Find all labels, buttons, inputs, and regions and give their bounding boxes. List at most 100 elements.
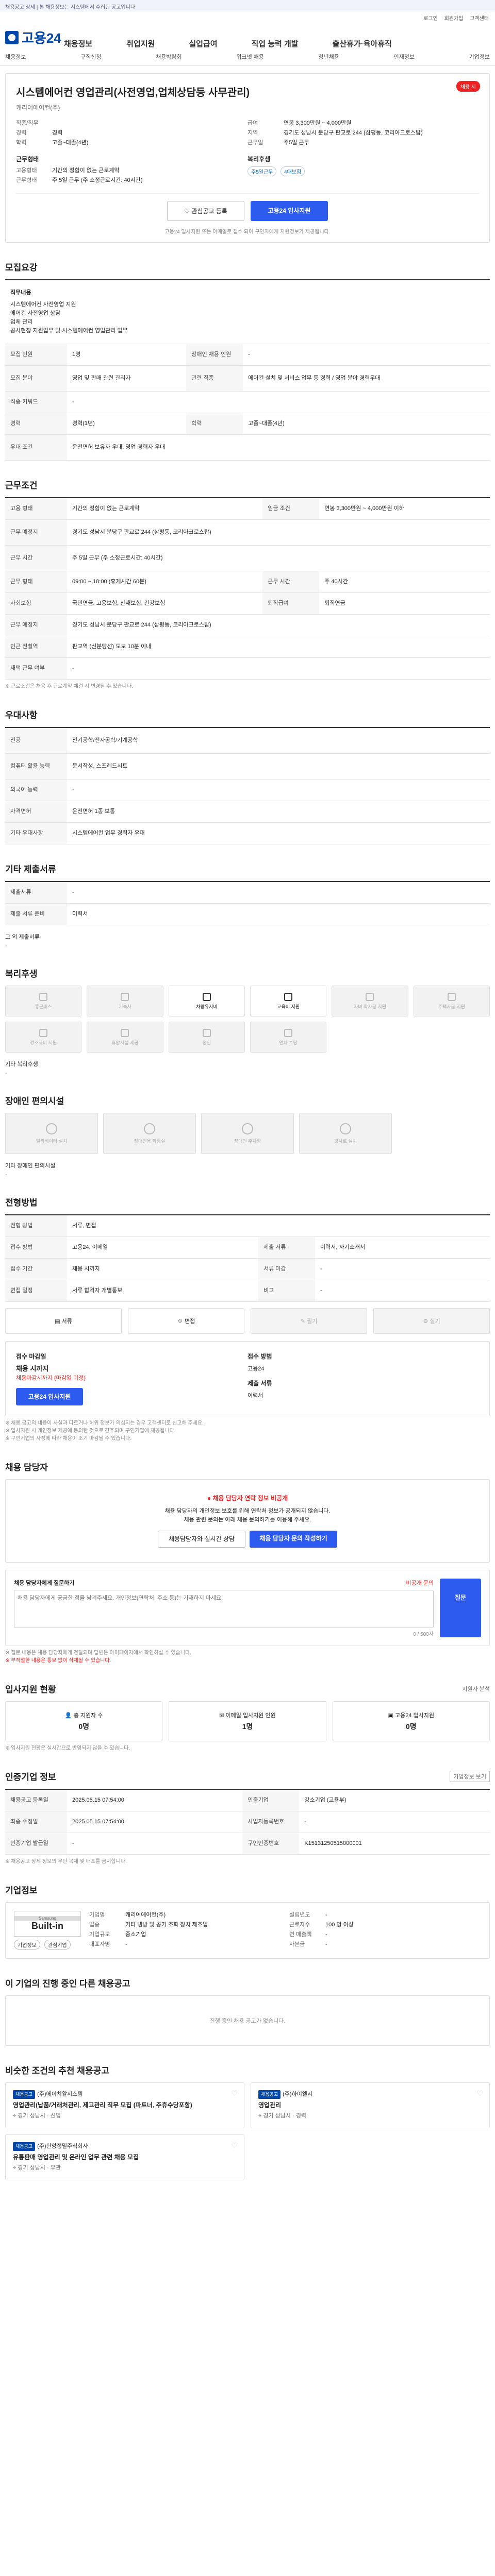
education-icon [284,992,293,1001]
stats-more-link[interactable]: 지원자 분석 [462,1685,490,1693]
heart-icon: ♡ [184,208,192,215]
question-submit-button[interactable]: 질문 [440,1579,481,1637]
selection-methods: ▤ 서류 ☺ 면접 ✎ 필기 ⚙ 실기 [5,1308,490,1334]
table-row: 고용 형태 기간의 정함이 없는 근로계약 임금 조건 연봉 3,300만원 ~ 4,… [5,498,490,520]
table-row: 근무 형태 09:00 ~ 18:00 (휴게시간 60분) 근무 시간 주 40시간 [5,571,490,593]
table-row: 경력 경력(1년) 학력 고졸~대졸(4년) [5,413,490,435]
other-documents: 그 외 제출서류 - [5,934,40,949]
apply-icon: ▣ [388,1713,395,1719]
welfare-chip: 4대보험 [280,166,305,176]
table-row: 근무 시간 주 5일 근무 (주 소정근로시간: 40시간) [5,545,490,571]
welfare-grid: 통근버스 기숙사 차량유지비 교육비 지원 자녀 학자금 지원 주택자금 지원 … [5,986,490,1053]
work-type-title: 근무형태 [16,156,39,163]
welfare-chips-block: 복리후생 주5일근무 4대보험 [248,155,479,176]
bus-icon [39,992,48,1001]
table-row: 인증기업 발급일 - 구인인증번호 K15131250515000001 [5,1833,490,1855]
disability-grid: 엘리베이터 설치 장애인용 화장실 장애인 주차장 경사로 설치 [5,1113,490,1154]
interest-button[interactable]: ♡ 관심공고 등록 [167,201,244,221]
table-row: 근무 예정지 경기도 성남시 분당구 판교로 244 (삼평동, 코리아크로스탑) [5,519,490,546]
login-link[interactable]: 로그인 [423,16,438,22]
company-name[interactable]: 캐리어에어컨(주) [6,103,489,112]
location-icon: ⌖ [13,2113,18,2119]
company-favorite-button[interactable]: 관심기업 [44,1940,71,1950]
sub-nav-item[interactable]: 채용정보 [5,53,26,61]
heart-icon[interactable]: ♡ [231,2141,238,2150]
question-input[interactable] [14,1590,434,1628]
section-title-info: 인증기업 정보 기업정보 보기 [5,1770,490,1783]
sub-nav-item[interactable]: 워크넷 채용 [236,53,264,61]
sub-nav: 채용정보 구직신청 채용박람회 워크넷 채용 청년채용 인재정보 기업정보 [0,53,495,61]
sub-nav-item[interactable]: 채용박람회 [156,53,182,61]
question-notes: ※ 질문 내용은 채용 담당자에게 전달되며 답변은 마이페이지에서 확인하실 … [5,1650,191,1664]
stats-row: 👤 총 지원자 수 0명 ✉ 이메일 입사지원 인원 1명 ▣ 고용24 입사지원 0… [5,1701,490,1741]
gnb-item-support[interactable]: 취업지원 [126,34,155,53]
heart-icon[interactable]: ♡ [231,2089,238,2098]
table-row: 우대 조건 운전면허 보유자 우대, 영업 경력자 우대 [5,434,490,461]
other-welfare: 기타 복리후생 - [5,1061,38,1076]
section-title-preference: 우대사항 [5,710,38,720]
table-row: 최종 수정일 2025.05.15 07:54:00 사업자등록번호 - [5,1811,490,1833]
selection-table: 전형 방법 서류, 면접 접수 방법 고용24, 이메일 제출 서류 이력서, 자기소개… [5,1214,490,1302]
sub-nav-item[interactable]: 청년채용 [318,53,339,61]
summary-row: 학력 고졸~대졸(4년) [16,140,89,146]
gnb-item-leave[interactable]: 출산휴가·육아휴직 [333,34,392,53]
write-inquiry-button[interactable]: 채용 담당자 문의 작성하기 [250,1531,337,1548]
heart-icon[interactable]: ♡ [476,2089,483,2098]
company-logo-area: Samsung Built-in 기업정보 관심기업 [14,1911,81,1950]
car-icon [202,992,211,1001]
customer-center-link[interactable]: 고객센터 [470,16,489,22]
sub-nav-item[interactable]: 기업정보 [469,53,489,61]
company-detail-button[interactable]: 기업정보 [14,1940,40,1950]
table-row: 컴퓨터 활용 능력 문서작성, 스프레드시트 [5,753,490,779]
welfare-item: 통근버스 [5,986,82,1016]
info-note: ※ 채용공고 상세 정보의 무단 복제 및 배포를 금지합니다. [5,1859,127,1865]
company-info-button[interactable]: 기업정보 보기 [450,1770,490,1782]
job-summary-card: 시스템에어컨 영업관리(사전영업,업체상담등 사무관리) 채용 시 캐리어에어컨… [5,73,490,243]
table-row: 직무내용 시스템에어컨 사전영업 지원 에어컨 사전영업 상담 업체 관리 공사… [5,280,490,344]
recommend-card[interactable]: ♡ 채용공고 (주)하이엘시 영업관리 ⌖ 경기 성남시 · 경력 [251,2082,490,2128]
gnb-item-benefit[interactable]: 실업급여 [189,34,217,53]
company-info-left: 기업명 캐리어에어컨(주) 업종 기타 냉방 및 공기 조화 장치 제조업 기업규모… [89,1911,281,1950]
join-link[interactable]: 회원가입 [444,16,464,22]
summary-row: 고용형태 기간의 정함이 없는 근로계약 [16,167,120,174]
table-row: 사회보험 국민연금, 고용보험, 산재보험, 건강보험 퇴직급여 퇴직연금 [5,592,490,615]
company-row: 기업규모 중소기업 [89,1931,146,1938]
practice-icon: ⚙ [423,1318,430,1325]
recommend-card[interactable]: ♡ 채용공고 (주)한양정밀주식회사 유통판매 영업관리 및 온라인 업무 관련 … [5,2134,244,2180]
section-title-other-jobs: 이 기업의 진행 중인 다른 채용공고 [5,1979,130,1989]
gift-icon [39,1028,48,1037]
company-row: 설립년도 - [289,1912,327,1918]
gnb-item-jobs[interactable]: 채용정보 [64,34,92,53]
contact-warning: ● 채용 담당자 연락 정보 비공개 [207,1495,288,1502]
summary-left: 직종/직무 경력 경력 학력 고졸~대졸(4년) 근무형태 고용형태 기간의 정함이 … [16,119,248,186]
table-row: 기타 우대사항 시스템에어컨 업무 경력자 우대 [5,822,490,844]
top-notice-bar: 채용공고 상세 | 본 채용정보는 시스템에서 수집된 공고입니다 [0,0,495,11]
apply-button[interactable]: 고용24 입사지원 [251,201,328,221]
char-count: 0 / 500자 [413,1632,434,1637]
table-row: 모집 분야 영업 및 판매 관련 관리자 관련 직종 에어컨 설치 및 서비스 업무 … [5,365,490,392]
table-row: 모집 인원 1명 장애인 채용 인원 - [5,344,490,366]
period-apply-button[interactable]: 고용24 입사지원 [16,1388,83,1405]
table-row: 제출서류 - [5,882,490,904]
retire-icon [202,1028,211,1037]
table-row: 자격면허 운전면허 1종 보통 [5,801,490,823]
stat-card: ✉ 이메일 입사지원 인원 1명 [169,1701,326,1741]
company-row: 대표자명 - [89,1941,127,1947]
company-row: 자본금 - [289,1941,327,1947]
question-area: 채용 담당자에게 질문하기 비공개 문의 0 / 500자 [14,1579,434,1637]
table-row: 면접 일정 서류 합격자 개별통보 비고 - [5,1280,490,1302]
facility-item: 장애인용 화장실 [103,1113,196,1154]
summary-right: 급여 연봉 3,300만원 ~ 4,000만원 지역 경기도 성남시 분당구 판교로… [248,119,479,186]
sub-nav-item[interactable]: 인재정보 [393,53,414,61]
recommend-card[interactable]: ♡ 채용공고 (주)에이치알시스템 영업관리(납품/거래처관리, 제고관리 직무 … [5,2082,244,2128]
sub-nav-item[interactable]: 구직신청 [80,53,101,61]
utility-nav: 로그인 회원가입 고객센터 [0,11,495,23]
other-facility: 기타 장애인 편의시설 - [5,1163,56,1178]
gnb-item-training[interactable]: 직업 능력 개발 [251,34,298,53]
stat-card: ▣ 고용24 입사지원 0명 [332,1701,490,1741]
house-icon [447,992,456,1001]
apply-note: 고용24 입사지원 또는 이메일로 접수 되어 구인자에게 지원정보가 제공됩니… [164,229,331,235]
live-chat-button[interactable]: 채용담당자와 실시간 상담 [158,1531,245,1548]
interview-icon: ☺ [177,1318,185,1324]
info-table: 채용공고 등록일 2025.05.15 07:54:00 인증기업 강소기업 (고용부… [5,1789,490,1855]
